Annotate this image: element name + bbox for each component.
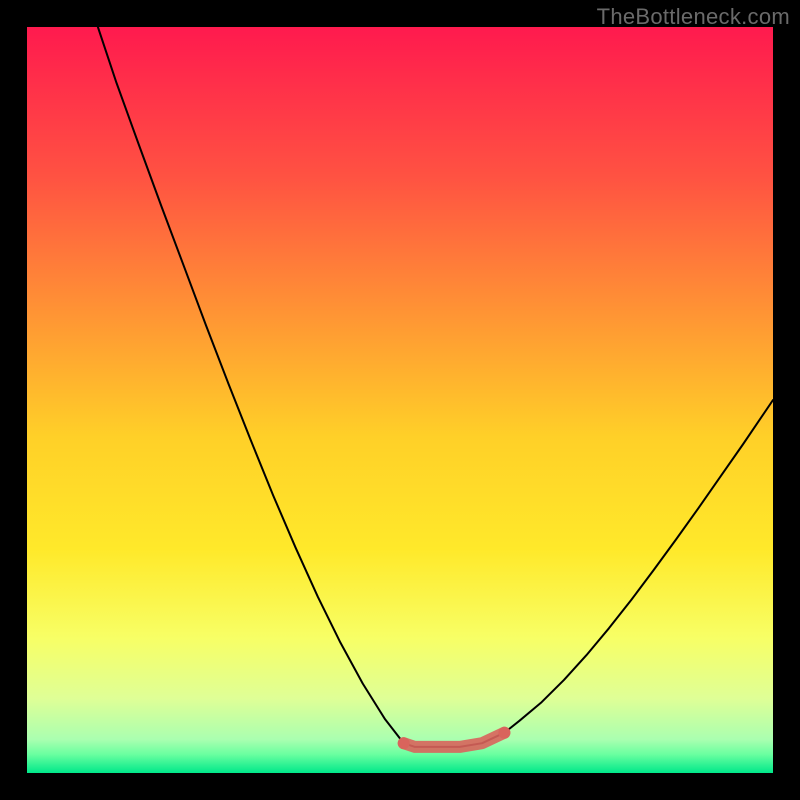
chart-area <box>27 27 773 773</box>
gradient-bg <box>27 27 773 773</box>
marker-dot <box>398 737 410 749</box>
marker-dot <box>498 727 510 739</box>
watermark-text: TheBottleneck.com <box>597 4 790 30</box>
chart-svg <box>27 27 773 773</box>
chart-container: TheBottleneck.com <box>0 0 800 800</box>
